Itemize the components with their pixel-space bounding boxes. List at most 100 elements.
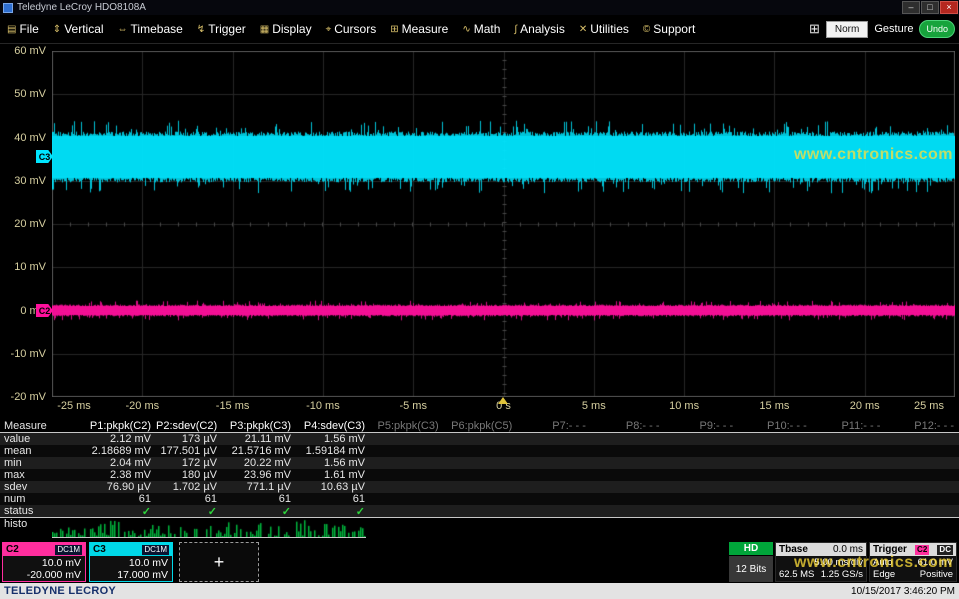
- menu-item-measure[interactable]: ⊞ Measure: [383, 15, 455, 44]
- waveform-display: 60 mV50 mV40 mV30 mV20 mV10 mV0 mV-10 mV…: [0, 44, 959, 419]
- channel-box-body: 10.0 mV -20.000 mV: [3, 556, 85, 581]
- measure-cell: 1.56 mV: [296, 433, 370, 445]
- trigger-slope: Positive: [920, 569, 953, 581]
- measure-cell: 1.59184 mV: [296, 445, 370, 457]
- menu-item-math[interactable]: ∿Math: [455, 15, 507, 44]
- channel-descriptor-bar: C2 DC1M 10.0 mV -20.000 mV C3 DC1M 10.0 …: [0, 540, 959, 583]
- menu-item-label: Trigger: [208, 22, 246, 36]
- menu-item-file[interactable]: ▤File: [0, 15, 46, 44]
- menu-item-trigger[interactable]: ↯Trigger: [190, 15, 253, 44]
- measure-cell: 21.11 mV: [222, 433, 296, 445]
- measure-col-p1[interactable]: P1:pkpk(C2): [56, 420, 156, 432]
- measure-cell: 10.63 µV: [296, 481, 370, 493]
- menu-item-display[interactable]: ▦Display: [253, 15, 319, 44]
- menu-item-support[interactable]: ©Support: [636, 15, 702, 44]
- measure-table: MeasureP1:pkpk(C2)P2:sdev(C2)P3:pkpk(C3)…: [0, 419, 959, 540]
- measure-cell: 1.702 µV: [156, 481, 222, 493]
- scope-grid[interactable]: [52, 51, 955, 397]
- channel-c2-marker[interactable]: C2: [36, 304, 53, 317]
- x-axis-label: 15 ms: [748, 400, 800, 412]
- measure-row-value: value2.12 mV173 µV21.11 mV1.56 mV: [0, 433, 959, 445]
- measure-row-min: min2.04 mV172 µV20.22 mV1.56 mV: [0, 457, 959, 469]
- measure-col-p7[interactable]: P7:- - -: [517, 420, 591, 432]
- trigger-box[interactable]: Trigger C2 DC Auto 61.0 mV Edge Positive: [869, 542, 957, 582]
- minimize-button[interactable]: –: [902, 1, 920, 14]
- trigger-icon: ↯: [197, 24, 205, 35]
- measure-col-p11[interactable]: P11:- - -: [812, 420, 886, 432]
- measure-col-p4[interactable]: P4:sdev(C3): [296, 420, 370, 432]
- table-grid-icon[interactable]: ⊞: [809, 21, 820, 37]
- channel-box-c2[interactable]: C2 DC1M 10.0 mV -20.000 mV: [2, 542, 86, 582]
- add-trace-button[interactable]: +: [179, 542, 259, 582]
- timebase-scale: 5.00 ms/div: [779, 557, 863, 569]
- timebase-box[interactable]: Tbase 0.0 ms 5.00 ms/div 62.5 MS 1.25 GS…: [775, 542, 867, 582]
- coupling-badge: DC1M: [142, 545, 169, 555]
- measure-col-p8[interactable]: P8:- - -: [591, 420, 665, 432]
- vdiv-value: 10.0 mV: [3, 557, 85, 569]
- measure-row-label: mean: [0, 445, 56, 457]
- x-axis-label: -25 ms: [48, 400, 100, 412]
- menu-item-label: File: [19, 22, 38, 36]
- measure-col-p5[interactable]: P5:pkpk(C3): [370, 420, 444, 432]
- channel-c3-marker[interactable]: C3: [36, 150, 53, 163]
- menu-item-label: Cursors: [334, 22, 376, 36]
- close-button[interactable]: ×: [940, 1, 958, 14]
- measure-col-p6[interactable]: P6:pkpk(C5): [444, 420, 518, 432]
- x-axis-label: 20 ms: [839, 400, 891, 412]
- math-icon: ∿: [462, 24, 470, 35]
- vertical-icon: ⇕: [53, 24, 61, 35]
- measure-row-max: max2.38 mV180 µV23.96 mV1.61 mV: [0, 469, 959, 481]
- channel-box-c3[interactable]: C3 DC1M 10.0 mV 17.000 mV: [89, 542, 173, 582]
- timebase-samples: 62.5 MS: [779, 569, 814, 581]
- support-icon: ©: [643, 24, 650, 35]
- status-bar: TELEDYNE LECROY 10/15/2017 3:46:20 PM: [0, 583, 959, 599]
- measure-row-status: status✓✓✓✓: [0, 505, 959, 517]
- measure-cell: ✓: [296, 505, 370, 518]
- histo-label: histo: [0, 518, 52, 530]
- utilities-icon: ✕: [579, 24, 587, 35]
- norm-dropdown[interactable]: Norm: [826, 21, 868, 38]
- measure-col-p2[interactable]: P2:sdev(C2): [156, 420, 222, 432]
- trigger-header: Trigger C2 DC: [870, 543, 956, 556]
- measure-row-label: value: [0, 433, 56, 445]
- acquisition-cluster: HD 12 Bits Tbase 0.0 ms 5.00 ms/div 62.5…: [729, 542, 957, 582]
- menu-item-label: Vertical: [64, 22, 103, 36]
- x-axis-label: -10 ms: [297, 400, 349, 412]
- trigger-time-marker[interactable]: [498, 397, 508, 404]
- measure-icon: ⊞: [390, 24, 398, 35]
- measure-col-p3[interactable]: P3:pkpk(C3): [222, 420, 296, 432]
- measure-row-label: status: [0, 505, 56, 517]
- menu-item-utilities[interactable]: ✕Utilities: [572, 15, 636, 44]
- measure-row-label: min: [0, 457, 56, 469]
- measure-col-p10[interactable]: P10:- - -: [738, 420, 812, 432]
- offset-value: -20.000 mV: [3, 569, 85, 581]
- trigger-mode: Auto: [873, 557, 893, 569]
- offset-value: 17.000 mV: [90, 569, 172, 581]
- measure-row-mean: mean2.18689 mV177.501 µV21.5716 mV1.5918…: [0, 445, 959, 457]
- measure-cell: 1.56 mV: [296, 457, 370, 469]
- bits-label: 12 Bits: [729, 556, 773, 582]
- measure-cell: 173 µV: [156, 433, 222, 445]
- channel-box-header: C3 DC1M: [90, 543, 172, 556]
- measure-rows: value2.12 mV173 µV21.11 mV1.56 mVmean2.1…: [0, 433, 959, 518]
- brand-logo: TELEDYNE LECROY: [4, 585, 116, 597]
- measure-cell: 172 µV: [156, 457, 222, 469]
- maximize-button[interactable]: □: [921, 1, 939, 14]
- menu-item-timebase[interactable]: ⇔Timebase: [111, 15, 190, 44]
- trigger-level: 61.0 mV: [918, 557, 953, 569]
- menu-item-label: Support: [653, 22, 695, 36]
- window-title: Teledyne LeCroy HDO8108A: [17, 0, 146, 15]
- menu-item-vertical[interactable]: ⇕Vertical: [46, 15, 111, 44]
- measure-cell: 1.61 mV: [296, 469, 370, 481]
- measure-row-num: num61616161: [0, 493, 959, 505]
- measure-col-p12[interactable]: P12:- - -: [885, 420, 959, 432]
- measure-col-p9[interactable]: P9:- - -: [665, 420, 739, 432]
- menu-item-label: Measure: [402, 22, 449, 36]
- undo-button[interactable]: Undo: [919, 20, 955, 38]
- coupling-badge: DC1M: [55, 545, 82, 555]
- timebase-title: Tbase: [779, 544, 808, 555]
- menu-item-analysis[interactable]: ∫Analysis: [507, 15, 571, 44]
- x-axis-label: 25 ms: [903, 400, 955, 412]
- measure-cell: 61: [296, 493, 370, 505]
- menu-item-cursors[interactable]: ⌖Cursors: [319, 15, 384, 44]
